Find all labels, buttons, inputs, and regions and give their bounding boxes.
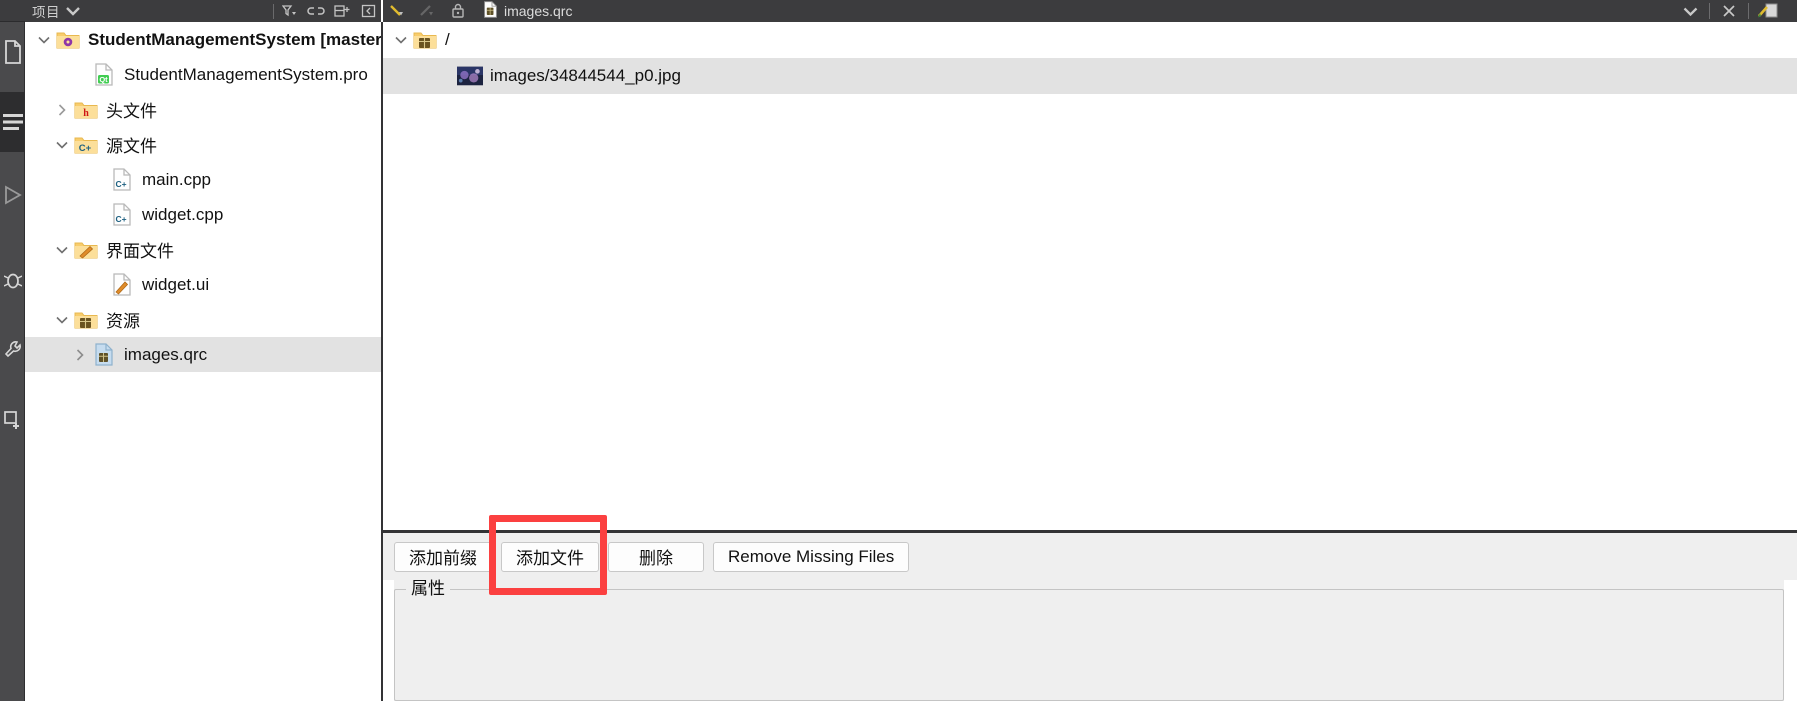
mode-item-debug[interactable] [0,250,25,310]
tree-item-label: main.cpp [142,169,211,189]
ui-file-icon [109,267,135,302]
tree-item-label: StudentManagementSystem.pro [124,64,368,84]
folder-qrc-icon [73,302,99,337]
lines-icon [2,112,23,132]
tree-row[interactable]: h 头文件 [25,92,381,127]
image-thumb-icon [457,59,483,94]
tree-row[interactable]: widget.ui [25,267,381,302]
remove-button[interactable]: 删除 [608,541,704,572]
qrc-prefix-label: / [445,30,450,49]
folder-h-icon: h [73,92,99,127]
qrc-resource-tree[interactable]: / images/34844544_p0.jpg [383,22,1797,530]
close-icon[interactable] [1714,0,1744,22]
tree-row[interactable]: 界面文件 [25,232,381,267]
svg-text:C+: C+ [115,179,126,189]
tree-row[interactable]: 资源 [25,302,381,337]
chevron-down-icon[interactable] [390,23,412,58]
project-tree-header: 项目 [25,0,381,22]
cpp-file-icon: C+ [109,162,135,197]
svg-text:C+: C+ [115,214,126,224]
tree-row[interactable]: StudentManagementSystem [master] [25,22,381,57]
tree-item-label: 界面文件 [106,242,174,261]
chevron-right-icon[interactable] [69,337,91,372]
qrc-tree-row-prefix[interactable]: / [383,22,1797,58]
mode-item-welcome[interactable] [0,22,25,82]
qrc-file-label: images/34844544_p0.jpg [490,66,681,85]
editor-toolbar: images.qrc [383,0,1797,22]
qt-pro-file-icon: Qt [91,57,117,92]
mode-item-design[interactable] [0,165,25,225]
svg-text:Qt: Qt [99,75,108,84]
resource-editor: images.qrc / images/34844544_p0.jpg 添加前缀… [383,0,1797,701]
mode-item-projects[interactable] [0,320,25,380]
properties-group: 属性 [394,578,1784,701]
tree-row[interactable]: C+ main.cpp [25,162,381,197]
forward-icon[interactable] [413,0,443,22]
header-separator [273,3,274,19]
project-tree-panel: 项目 StudentManagementSystem [master] Qt S… [25,0,381,701]
toolbar-separator [1709,3,1710,19]
project-folder-icon [55,22,81,57]
editor-file-tab[interactable]: images.qrc [483,1,572,21]
close-panel-icon[interactable] [355,0,381,22]
remove-missing-files-button[interactable]: Remove Missing Files [713,541,910,572]
mode-item-help[interactable] [0,390,25,450]
qrc-tree-row-file[interactable]: images/34844544_p0.jpg [383,58,1797,94]
add-prefix-button[interactable]: 添加前缀 [394,541,492,572]
toolbar-separator [1748,3,1749,19]
tree-row-images-qrc[interactable]: images.qrc [25,337,381,372]
tree-item-label: widget.ui [142,274,210,294]
mode-selector-bar [0,0,25,701]
play-icon [4,185,22,205]
folder-ui-icon [73,232,99,267]
qt-creator-window: 项目 StudentManagementSystem [master] Qt S… [0,0,1797,701]
bug-icon [3,270,22,290]
filter-icon[interactable] [277,0,303,22]
chevron-down-icon[interactable] [33,22,55,57]
document-icon [3,40,23,64]
properties-frame [394,589,1784,701]
tree-item-label: 源文件 [106,137,157,156]
chevron-right-icon[interactable] [51,92,73,127]
project-tree-body[interactable]: StudentManagementSystem [master] Qt Stud… [25,22,381,701]
project-combo-label[interactable]: 项目 [32,1,60,21]
wrench-icon [4,340,22,360]
chevron-down-icon[interactable] [51,302,73,337]
cpp-file-icon: C+ [109,197,135,232]
qrc-file-icon [91,337,117,372]
chevron-down-icon[interactable] [51,127,73,162]
chevron-down-icon[interactable] [1675,0,1705,22]
editor-file-name: images.qrc [504,3,573,19]
chevron-down-icon[interactable] [51,232,73,267]
tree-item-label: 资源 [106,312,140,331]
plus-icon [3,410,22,430]
folder-qrc-icon [412,23,438,58]
tree-row[interactable]: C+ 源文件 [25,127,381,162]
modebar-top-strip [0,0,25,22]
svg-text:C+: C+ [79,143,92,154]
add-file-button[interactable]: 添加文件 [501,541,599,572]
link-icon[interactable] [303,0,329,22]
tree-row[interactable]: C+ widget.cpp [25,197,381,232]
tree-item-label: 头文件 [106,102,157,121]
folder-cpp-icon: C+ [73,127,99,162]
lock-icon[interactable] [443,0,473,22]
tree-item-label: StudentManagementSystem [master] [88,29,381,49]
mode-item-edit[interactable] [0,92,25,152]
qrc-button-bar: 添加前缀 添加文件 删除 Remove Missing Files [383,533,1797,580]
project-combo-chevron[interactable] [60,0,86,22]
tree-item-label: widget.cpp [142,204,224,224]
split-editor-icon[interactable] [1753,0,1783,22]
tree-item-label: images.qrc [124,344,208,364]
split-icon[interactable] [329,0,355,22]
tree-row[interactable]: Qt StudentManagementSystem.pro [25,57,381,92]
svg-text:h: h [83,108,89,119]
back-icon[interactable] [383,0,413,22]
qrc-file-icon [483,1,498,21]
properties-group-title: 属性 [406,578,450,600]
